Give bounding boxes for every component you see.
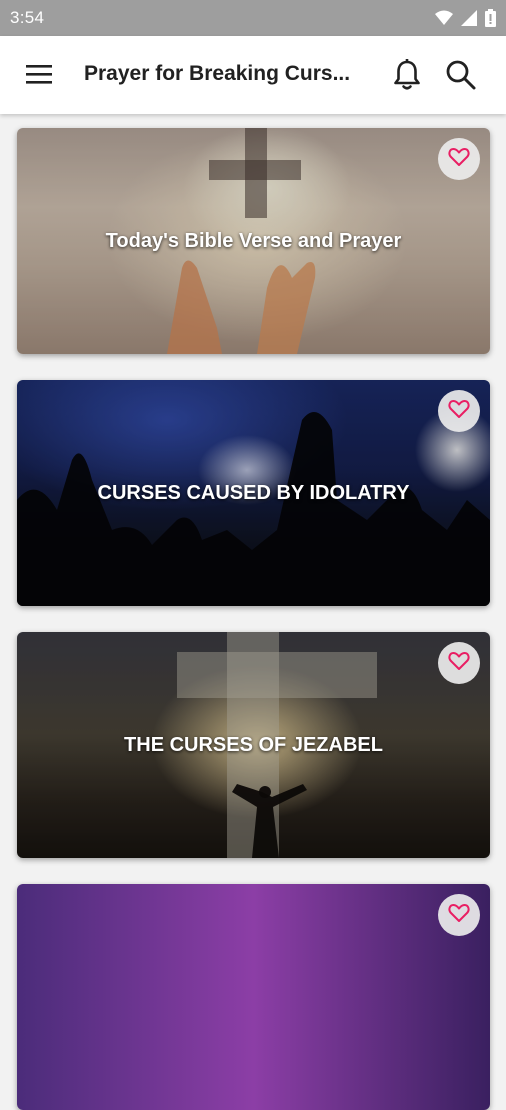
heart-outline-icon (448, 399, 470, 424)
favorite-button[interactable] (438, 138, 480, 180)
notifications-button[interactable] (392, 58, 424, 92)
list-item[interactable]: CURSES CAUSED BY IDOLATRY (17, 380, 490, 606)
signal-icon (461, 10, 477, 26)
heart-outline-icon (448, 651, 470, 676)
list-item[interactable] (17, 884, 490, 1110)
favorite-button[interactable] (438, 894, 480, 936)
page-title: Prayer for Breaking Curs... (84, 62, 351, 85)
heart-outline-icon (448, 903, 470, 928)
card-title (17, 884, 490, 1110)
menu-icon (24, 65, 54, 90)
search-button[interactable] (444, 58, 478, 92)
status-icons (435, 9, 496, 27)
list-item[interactable]: Today's Bible Verse and Prayer (17, 128, 490, 354)
list-item[interactable]: THE CURSES OF JEZABEL (17, 632, 490, 858)
favorite-button[interactable] (438, 642, 480, 684)
heart-outline-icon (448, 147, 470, 172)
wifi-icon (435, 10, 453, 26)
battery-icon (485, 9, 496, 27)
card-title: CURSES CAUSED BY IDOLATRY (97, 481, 410, 504)
menu-button[interactable] (24, 62, 56, 88)
app-bar: Prayer for Breaking Curs... (0, 36, 506, 114)
card-title: THE CURSES OF JEZABEL (124, 733, 383, 756)
card-title: Today's Bible Verse and Prayer (105, 229, 402, 252)
bell-icon (392, 59, 422, 96)
favorite-button[interactable] (438, 390, 480, 432)
search-icon (444, 60, 478, 96)
status-time: 3:54 (10, 8, 45, 27)
status-bar: 3:54 (0, 0, 506, 36)
